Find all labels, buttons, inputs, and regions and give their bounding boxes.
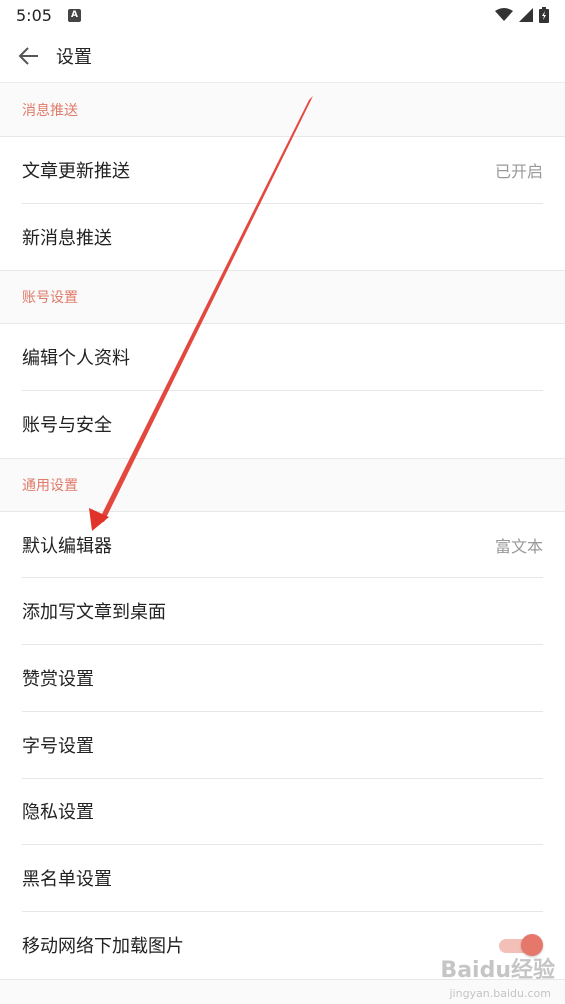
back-arrow-icon[interactable] bbox=[18, 45, 40, 67]
setting-row-blacklist[interactable]: 黑名单设置 bbox=[22, 845, 543, 912]
setting-row-default-editor[interactable]: 默认编辑器 富文本 bbox=[22, 512, 543, 579]
watermark-url: jingyan.baidu.com bbox=[449, 987, 551, 1000]
setting-row-font-size[interactable]: 字号设置 bbox=[22, 712, 543, 779]
setting-row-article-push[interactable]: 文章更新推送 已开启 bbox=[22, 137, 543, 204]
status-time: 5:05 bbox=[16, 5, 52, 25]
setting-label: 移动网络下加载图片 bbox=[22, 936, 184, 958]
status-bar: 5:05 A bbox=[0, 0, 565, 30]
setting-label: 文章更新推送 bbox=[22, 160, 130, 182]
setting-row-message-push[interactable]: 新消息推送 bbox=[22, 204, 543, 271]
section-header-account: 账号设置 bbox=[0, 270, 565, 325]
signal-icon bbox=[519, 8, 533, 22]
page-title: 设置 bbox=[56, 47, 92, 68]
watermark-logo: Baidu经验 bbox=[440, 958, 555, 983]
section-header-push: 消息推送 bbox=[0, 83, 565, 137]
setting-row-reward[interactable]: 赞赏设置 bbox=[22, 645, 543, 712]
setting-label: 编辑个人资料 bbox=[22, 348, 130, 370]
setting-value: 富文本 bbox=[494, 536, 543, 556]
notification-a-icon: A bbox=[67, 8, 81, 22]
setting-value: 已开启 bbox=[494, 161, 543, 181]
status-right-icons bbox=[495, 7, 549, 23]
setting-label: 黑名单设置 bbox=[22, 869, 112, 891]
wifi-icon bbox=[495, 8, 513, 21]
setting-label: 隐私设置 bbox=[22, 802, 94, 824]
setting-label: 赞赏设置 bbox=[22, 668, 94, 690]
setting-row-privacy[interactable]: 隐私设置 bbox=[22, 779, 543, 846]
setting-label: 添加写文章到桌面 bbox=[22, 602, 166, 624]
setting-row-account-security[interactable]: 账号与安全 bbox=[22, 391, 543, 458]
section-header-general: 通用设置 bbox=[0, 457, 565, 512]
battery-icon bbox=[539, 7, 549, 23]
setting-label: 默认编辑器 bbox=[22, 535, 112, 557]
setting-label: 字号设置 bbox=[22, 735, 94, 757]
setting-label: 新消息推送 bbox=[22, 228, 112, 250]
setting-row-add-to-desktop[interactable]: 添加写文章到桌面 bbox=[22, 578, 543, 646]
setting-label: 账号与安全 bbox=[22, 415, 112, 437]
setting-row-edit-profile[interactable]: 编辑个人资料 bbox=[22, 324, 543, 392]
app-bar: 设置 bbox=[0, 30, 565, 83]
